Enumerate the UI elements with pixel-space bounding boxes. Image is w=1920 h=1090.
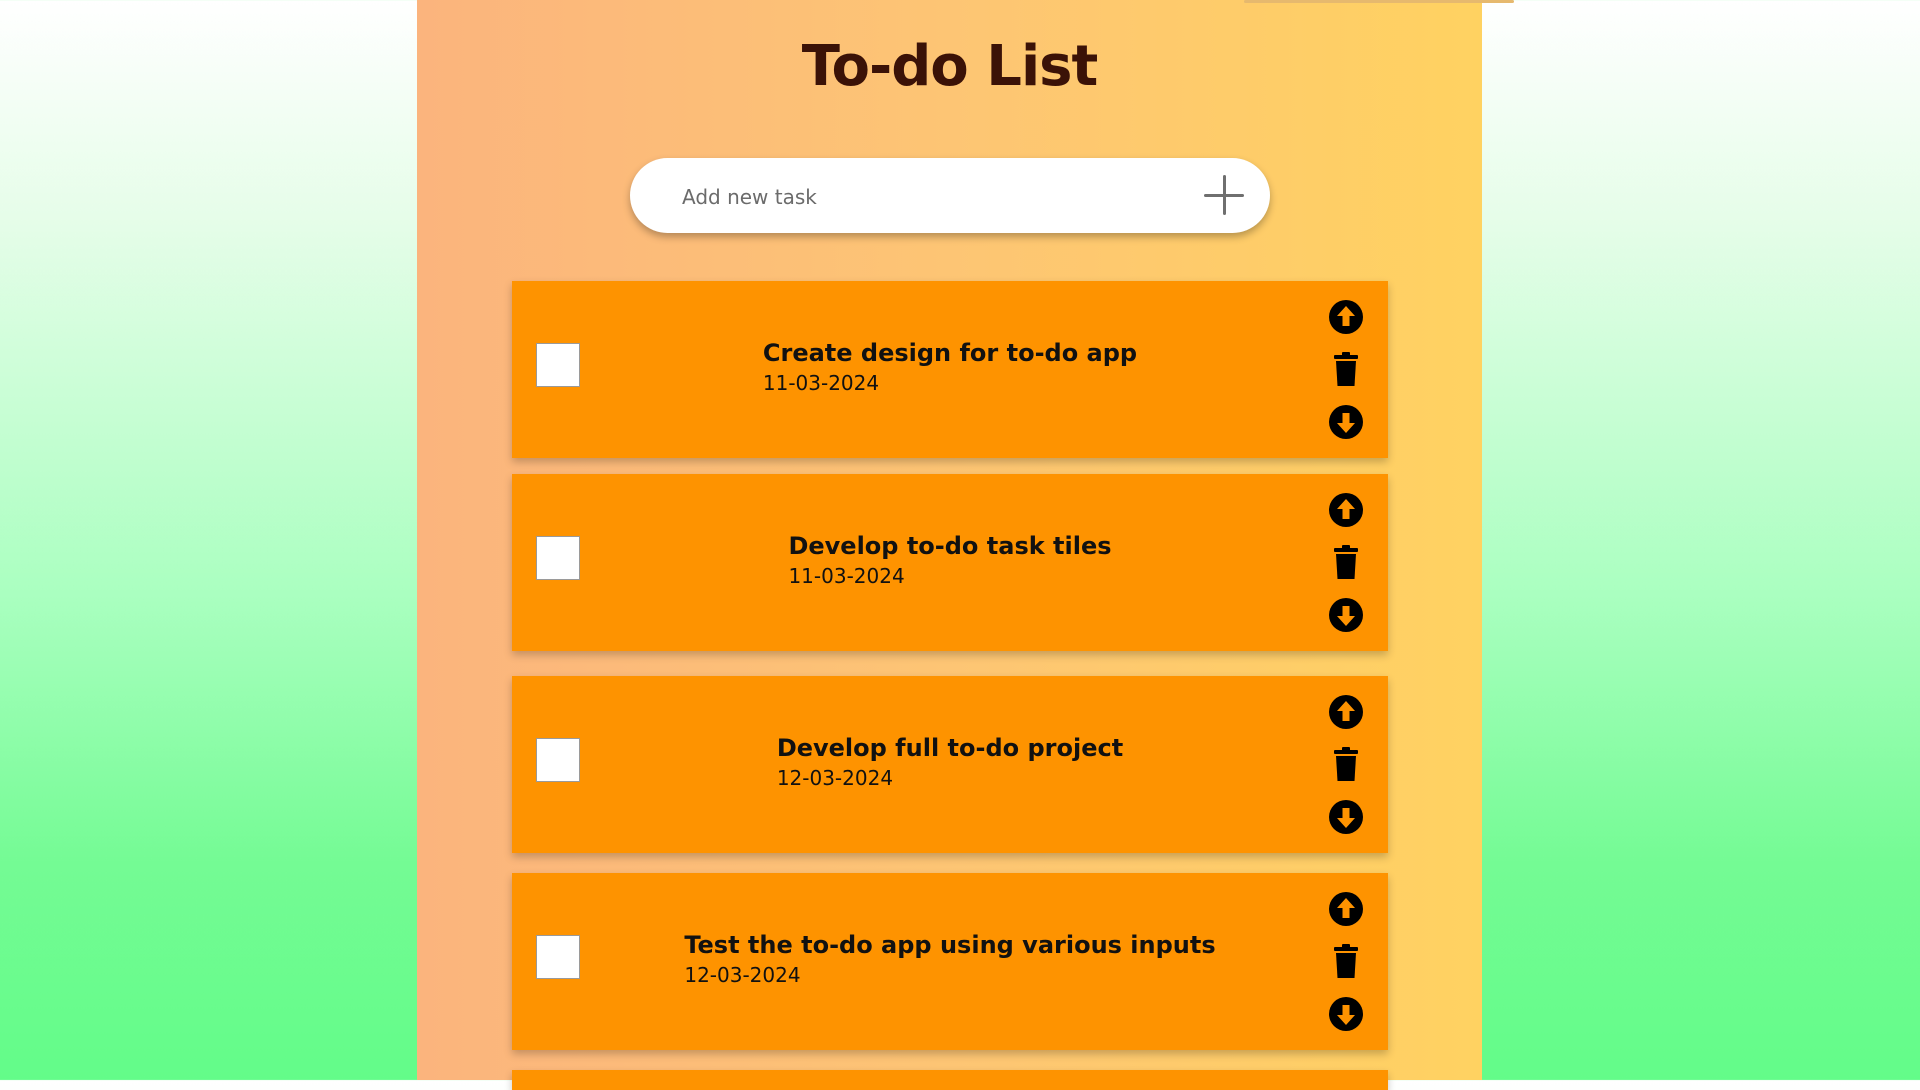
task-text: Develop to-do task tiles 11-03-2024: [592, 531, 1308, 591]
trash-icon[interactable]: [1328, 943, 1364, 979]
app-panel: To-do List Create design for to-do app 1…: [417, 0, 1514, 1090]
task-date: 12-03-2024: [776, 766, 894, 790]
task-tile: Develop full to-do project 12-03-2024: [512, 676, 1388, 853]
arrow-up-circle-icon[interactable]: [1328, 492, 1364, 528]
arrow-up-circle-icon[interactable]: [1328, 891, 1364, 927]
task-date: 12-03-2024: [684, 963, 801, 987]
arrow-down-circle-icon[interactable]: [1328, 597, 1364, 633]
arrow-up-circle-icon[interactable]: [1328, 299, 1364, 335]
page-title: To-do List: [801, 34, 1099, 99]
task-title: Develop full to-do project: [776, 734, 1124, 762]
plus-icon[interactable]: [1204, 175, 1244, 215]
arrow-down-circle-icon[interactable]: [1328, 799, 1364, 835]
task-date: 11-03-2024: [762, 371, 880, 395]
trash-icon[interactable]: [1328, 351, 1364, 387]
task-title: Create design for to-do app: [762, 339, 1138, 367]
trash-icon[interactable]: [1328, 544, 1364, 580]
task-tile: Create design for to-do app 11-03-2024: [512, 281, 1388, 458]
trash-icon[interactable]: [1328, 746, 1364, 782]
add-task-input[interactable]: [680, 158, 1164, 235]
arrow-down-circle-icon[interactable]: [1328, 404, 1364, 440]
task-tile: Test the to-do app using various inputs …: [512, 873, 1388, 1050]
arrow-down-circle-icon[interactable]: [1328, 996, 1364, 1032]
task-title: Develop to-do task tiles: [788, 532, 1112, 560]
top-divider: [1244, 0, 1514, 3]
task-tile-partial: [512, 1070, 1388, 1090]
task-checkbox[interactable]: [536, 536, 580, 580]
add-task-bar: [630, 158, 1270, 235]
task-title: Test the to-do app using various inputs: [684, 931, 1216, 959]
task-checkbox[interactable]: [536, 343, 580, 387]
task-text: Create design for to-do app 11-03-2024: [592, 338, 1308, 398]
task-checkbox[interactable]: [536, 935, 580, 979]
task-text: Test the to-do app using various inputs …: [592, 930, 1308, 990]
task-text: Develop full to-do project 12-03-2024: [592, 733, 1308, 793]
arrow-up-circle-icon[interactable]: [1328, 694, 1364, 730]
task-checkbox[interactable]: [536, 738, 580, 782]
task-date: 11-03-2024: [788, 564, 905, 588]
task-tile: Develop to-do task tiles 11-03-2024: [512, 474, 1388, 651]
